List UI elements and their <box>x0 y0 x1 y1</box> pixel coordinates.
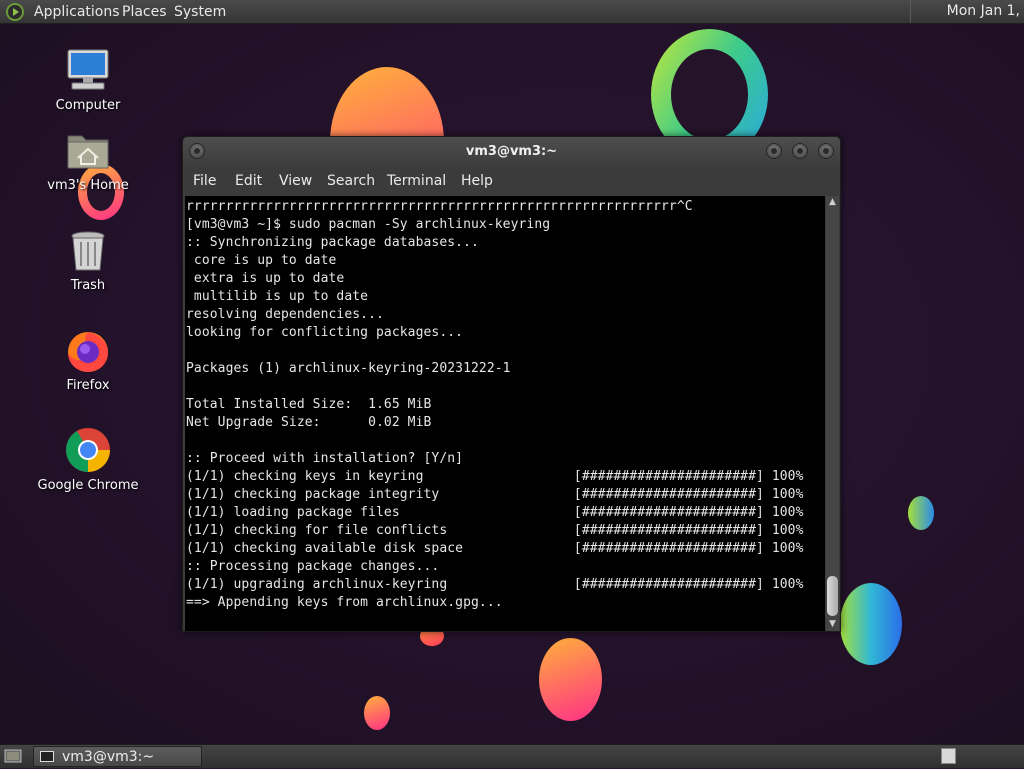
menu-edit[interactable]: Edit <box>235 173 262 189</box>
scrollbar-thumb[interactable] <box>827 576 838 616</box>
terminal-line: :: Synchronizing package databases... <box>186 235 479 250</box>
desktop-icon-label: Trash <box>70 278 106 293</box>
wallpaper-small-blue-blob <box>908 496 934 530</box>
terminal-line: :: Processing package changes... <box>186 559 440 574</box>
window-titlebar[interactable]: vm3@vm3:~ <box>183 137 840 167</box>
desktop-icon-computer[interactable]: Computer <box>28 46 148 118</box>
terminal-icon <box>40 751 54 762</box>
places-menu[interactable]: Places <box>122 4 167 20</box>
home-folder-icon <box>64 126 112 174</box>
terminal-line: (1/1) upgrading archlinux-keyring [#####… <box>186 577 804 592</box>
terminal-line: (1/1) loading package files [###########… <box>186 505 804 520</box>
system-menu[interactable]: System <box>174 4 226 20</box>
menu-view[interactable]: View <box>279 173 312 189</box>
terminal-line: ==> Appending keys from archlinux.gpg... <box>186 595 503 610</box>
terminal-line: (1/1) checking package integrity [######… <box>186 487 804 502</box>
show-desktop-icon[interactable] <box>3 747 23 765</box>
panel-clock[interactable]: Mon Jan 1, 03:22 <box>910 0 1024 42</box>
terminal-line: (1/1) checking available disk space [###… <box>186 541 804 556</box>
terminal-line: (1/1) checking keys in keyring [########… <box>186 469 804 484</box>
menu-help[interactable]: Help <box>461 173 493 189</box>
computer-icon <box>64 46 112 94</box>
close-button[interactable] <box>818 143 834 159</box>
desktop-icon-firefox[interactable]: Firefox <box>28 326 148 398</box>
desktop-icon-label: vm3's Home <box>47 178 129 193</box>
taskbar-button-label: vm3@vm3:~ <box>62 749 155 765</box>
chrome-icon <box>64 426 112 474</box>
desktop-icon-label: Google Chrome <box>37 478 139 493</box>
terminal-menubar: File Edit View Search Terminal Help <box>183 167 840 195</box>
terminal-line: rrrrrrrrrrrrrrrrrrrrrrrrrrrrrrrrrrrrrrrr… <box>186 199 693 214</box>
desktop-icon-label: Firefox <box>66 378 110 393</box>
wallpaper-small-orange-dot <box>364 696 390 730</box>
taskbar-terminal-button[interactable]: vm3@vm3:~ <box>33 746 202 767</box>
terminal-line: looking for conflicting packages... <box>186 325 464 340</box>
distro-logo-icon[interactable] <box>5 2 25 22</box>
top-panel: Applications Places System Mon Jan 1, 03… <box>0 0 1024 42</box>
terminal-window[interactable]: vm3@vm3:~ File Edit View Search Terminal… <box>182 136 841 632</box>
scroll-up-arrow-icon[interactable]: ▲ <box>826 196 839 209</box>
terminal-line: core is up to date <box>186 253 337 268</box>
desktop-icon-trash[interactable]: Trash <box>28 226 148 298</box>
terminal-line: Packages (1) archlinux-keyring-20231222-… <box>186 361 511 376</box>
wallpaper-orange-oval <box>539 638 602 721</box>
terminal-output[interactable]: rrrrrrrrrrrrrrrrrrrrrrrrrrrrrrrrrrrrrrrr… <box>185 196 825 631</box>
terminal-line: multilib is up to date <box>186 289 369 304</box>
firefox-icon <box>64 326 112 374</box>
bottom-panel: vm3@vm3:~ <box>0 744 1024 768</box>
terminal-line: extra is up to date <box>186 271 345 286</box>
minimize-button[interactable] <box>766 143 782 159</box>
window-title: vm3@vm3:~ <box>465 144 558 159</box>
menu-terminal[interactable]: Terminal <box>387 173 446 189</box>
menu-file[interactable]: File <box>193 173 216 189</box>
desktop-icon-label: Computer <box>55 98 121 113</box>
menu-search[interactable]: Search <box>327 173 375 189</box>
terminal-line: (1/1) checking for file conflicts [#####… <box>186 523 804 538</box>
desktop-icon-chrome[interactable]: Google Chrome <box>28 426 148 498</box>
scroll-down-arrow-icon[interactable]: ▼ <box>826 618 839 631</box>
wallpaper-large-blue-blob <box>840 583 902 665</box>
terminal-line: [vm3@vm3 ~]$ sudo pacman -Sy archlinux-k… <box>186 217 551 232</box>
terminal-line: resolving dependencies... <box>186 307 384 322</box>
trash-icon <box>64 226 112 274</box>
terminal-scrollbar[interactable]: ▲ ▼ <box>826 196 839 631</box>
terminal-line: Net Upgrade Size: 0.02 MiB <box>186 415 432 430</box>
maximize-button[interactable] <box>792 143 808 159</box>
applications-menu[interactable]: Applications <box>34 4 120 20</box>
desktop-icon-home[interactable]: vm3's Home <box>28 126 148 198</box>
workspace-switcher[interactable] <box>941 748 956 764</box>
terminal-line: Total Installed Size: 1.65 MiB <box>186 397 432 412</box>
terminal-line: :: Proceed with installation? [Y/n] <box>186 451 464 466</box>
